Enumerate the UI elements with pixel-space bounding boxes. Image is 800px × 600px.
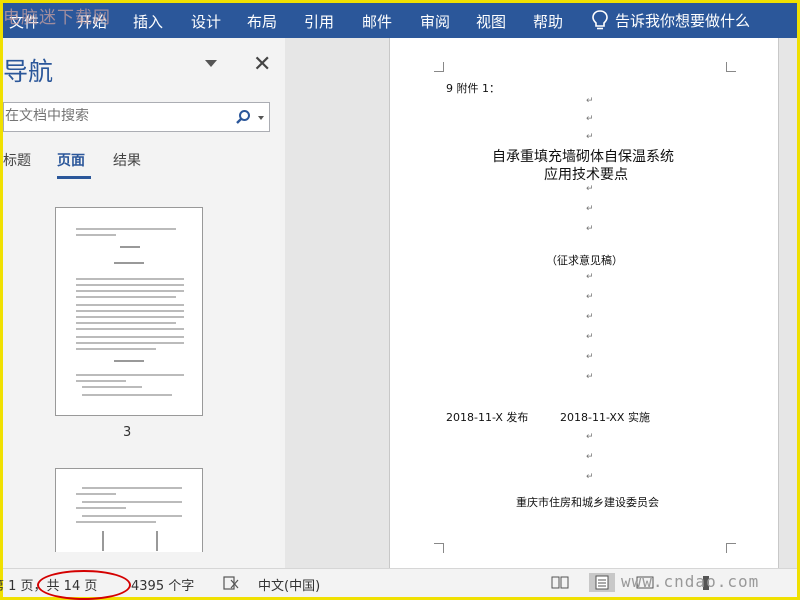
- tab-layout[interactable]: 布局: [247, 11, 277, 32]
- paragraph-mark: ↵: [586, 312, 594, 322]
- tab-references[interactable]: 引用: [304, 11, 334, 32]
- document-title-line1: 自承重填充墙砌体自保温系统: [492, 149, 674, 165]
- print-layout-button[interactable]: [589, 573, 615, 592]
- attachment-label: 9 附件 1：: [446, 82, 500, 95]
- paragraph-mark: ↵: [586, 332, 594, 342]
- tab-design[interactable]: 设计: [191, 11, 221, 32]
- paragraph-mark: ↵: [586, 432, 594, 442]
- paragraph-mark: ↵: [586, 452, 594, 462]
- tell-me-box[interactable]: 告诉我你想要做什么: [591, 9, 750, 31]
- page-thumbnail[interactable]: [55, 207, 203, 416]
- paragraph-mark: ↵: [586, 352, 594, 362]
- margin-corner: [726, 543, 736, 553]
- print-layout-icon: [595, 575, 609, 590]
- margin-corner: [434, 543, 444, 553]
- implement-date: 2018-11-XX 实施: [560, 411, 650, 424]
- paragraph-mark: ↵: [586, 96, 594, 106]
- tab-help[interactable]: 帮助: [533, 11, 563, 32]
- thumbnail-page-number: 3: [123, 425, 132, 440]
- paragraph-mark: ↵: [586, 132, 594, 142]
- search-input[interactable]: [5, 108, 225, 124]
- margin-corner: [726, 62, 736, 72]
- tab-pages[interactable]: 页面: [57, 150, 85, 170]
- proofing-icon[interactable]: [223, 576, 239, 590]
- chevron-down-icon[interactable]: [205, 60, 217, 67]
- document-page[interactable]: 9 附件 1： ↵ ↵ ↵ 自承重填充墙砌体自保温系统 应用技术要点 ↵ ↵ ↵…: [389, 38, 779, 568]
- word-count[interactable]: 4395 个字: [131, 575, 194, 594]
- vertical-scrollbar[interactable]: [789, 38, 797, 568]
- document-area: 9 附件 1： ↵ ↵ ↵ 自承重填充墙砌体自保温系统 应用技术要点 ↵ ↵ ↵…: [293, 38, 797, 568]
- language-indicator[interactable]: 中文(中国): [258, 575, 320, 594]
- search-icon[interactable]: [235, 109, 251, 125]
- paragraph-mark: ↵: [586, 472, 594, 482]
- paragraph-mark: ↵: [586, 292, 594, 302]
- margin-corner: [434, 62, 444, 72]
- site-watermark-bottom: www.cndao.com: [621, 572, 760, 591]
- close-icon[interactable]: ✕: [253, 52, 271, 77]
- tab-results[interactable]: 结果: [113, 150, 141, 170]
- paragraph-mark: ↵: [586, 114, 594, 124]
- tab-review[interactable]: 审阅: [420, 11, 450, 32]
- page-thumbnail[interactable]: [55, 468, 203, 552]
- tab-view[interactable]: 视图: [476, 11, 506, 32]
- active-tab-indicator: [57, 176, 91, 179]
- read-mode-icon[interactable]: [551, 575, 569, 590]
- search-options-icon[interactable]: [258, 116, 264, 120]
- paragraph-mark: ↵: [586, 272, 594, 282]
- ribbon-tab-bar: 文件 开始 插入 设计 布局 引用 邮件 审阅 视图 帮助 告诉我你想要做什么: [3, 3, 797, 38]
- nav-search-box[interactable]: [3, 102, 270, 132]
- publish-date: 2018-11-X 发布: [446, 411, 529, 424]
- tab-mailings[interactable]: 邮件: [362, 11, 392, 32]
- lightbulb-icon: [592, 10, 608, 30]
- paragraph-mark: ↵: [586, 204, 594, 214]
- paragraph-mark: ↵: [586, 224, 594, 234]
- document-title-line2: 应用技术要点: [544, 167, 628, 183]
- issuer-label: 重庆市住房和城乡建设委员会: [516, 496, 659, 509]
- draft-label: （征求意见稿）: [546, 254, 623, 267]
- site-watermark-top: 电脑迷下载网: [3, 8, 111, 28]
- nav-title: 导航: [3, 57, 54, 86]
- tell-me-label: 告诉我你想要做什么: [615, 11, 751, 30]
- paragraph-mark: ↵: [586, 184, 594, 194]
- navigation-pane: 导航 ✕ 标题 页面 结果 3: [3, 38, 285, 568]
- tab-insert[interactable]: 插入: [133, 11, 163, 32]
- tab-headings[interactable]: 标题: [3, 150, 31, 170]
- highlight-annotation: [37, 570, 131, 600]
- paragraph-mark: ↵: [586, 372, 594, 382]
